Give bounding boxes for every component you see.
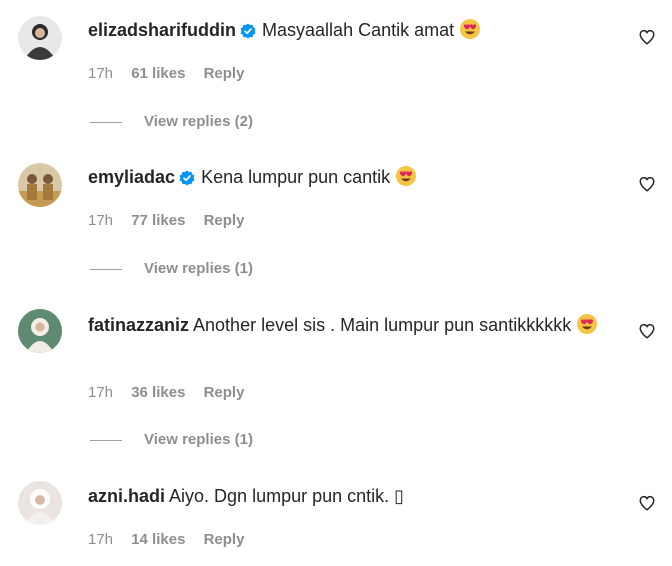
view-replies-label: View replies (2) — [144, 113, 253, 130]
comment-meta: 17h 61 likes Reply — [88, 65, 258, 82]
comment-time: 17h — [88, 531, 114, 548]
like-heart-icon[interactable] — [638, 494, 656, 512]
comment-time: 17h — [88, 212, 114, 229]
comment-meta: 17h 77 likes Reply — [88, 212, 258, 229]
avatar[interactable] — [18, 163, 62, 207]
like-heart-icon[interactable] — [638, 322, 656, 340]
comment-body: emyliadac Kena lumpur pun cantik — [88, 165, 612, 193]
reply-button[interactable]: Reply — [204, 531, 245, 548]
avatar[interactable] — [18, 16, 62, 60]
comment-likes[interactable]: 61 likes — [131, 65, 185, 82]
comment-likes[interactable]: 14 likes — [131, 531, 185, 548]
heart-eyes-emoji-icon — [395, 165, 417, 193]
avatar[interactable] — [18, 481, 62, 525]
like-heart-icon[interactable] — [638, 28, 656, 46]
comment-text: Masyaallah Cantik amat — [262, 20, 455, 40]
view-replies-label: View replies (1) — [144, 260, 253, 277]
reply-button[interactable]: Reply — [204, 384, 245, 401]
heart-eyes-emoji-icon — [576, 313, 598, 341]
comment-time: 17h — [88, 65, 114, 82]
verified-badge-icon — [179, 168, 195, 192]
comment-username[interactable]: azni.hadi — [88, 486, 165, 506]
view-replies-button[interactable]: View replies (1) — [90, 260, 253, 277]
view-replies-button[interactable]: View replies (1) — [90, 431, 253, 448]
avatar[interactable] — [18, 309, 62, 353]
comment-meta: 17h 36 likes Reply — [88, 384, 258, 401]
comment-username[interactable]: emyliadac — [88, 167, 175, 187]
comment-body: azni.hadi Aiyo. Dgn lumpur pun cntik. ▯ — [88, 484, 612, 508]
like-heart-icon[interactable] — [638, 175, 656, 193]
comment-username[interactable]: elizadsharifuddin — [88, 20, 236, 40]
replies-divider — [90, 121, 122, 123]
reply-button[interactable]: Reply — [204, 65, 245, 82]
comment-username[interactable]: fatinazzaniz — [88, 315, 189, 335]
view-replies-button[interactable]: View replies (2) — [90, 113, 253, 130]
verified-badge-icon — [240, 21, 256, 45]
comment-time: 17h — [88, 384, 114, 401]
view-replies-label: View replies (1) — [144, 431, 253, 448]
comment-text: Another level sis . Main lumpur pun sant… — [193, 315, 572, 335]
comment-meta: 17h 14 likes Reply — [88, 531, 258, 548]
comment-text: Aiyo. Dgn lumpur pun cntik. ▯ — [169, 486, 405, 506]
comment-likes[interactable]: 36 likes — [131, 384, 185, 401]
comment-text: Kena lumpur pun cantik — [201, 167, 391, 187]
comment-body: elizadsharifuddin Masyaallah Cantik amat — [88, 18, 612, 46]
reply-button[interactable]: Reply — [204, 212, 245, 229]
comment-likes[interactable]: 77 likes — [131, 212, 185, 229]
replies-divider — [90, 268, 122, 270]
comment-body: fatinazzaniz Another level sis . Main lu… — [88, 313, 612, 341]
heart-eyes-emoji-icon — [459, 18, 481, 46]
replies-divider — [90, 439, 122, 441]
